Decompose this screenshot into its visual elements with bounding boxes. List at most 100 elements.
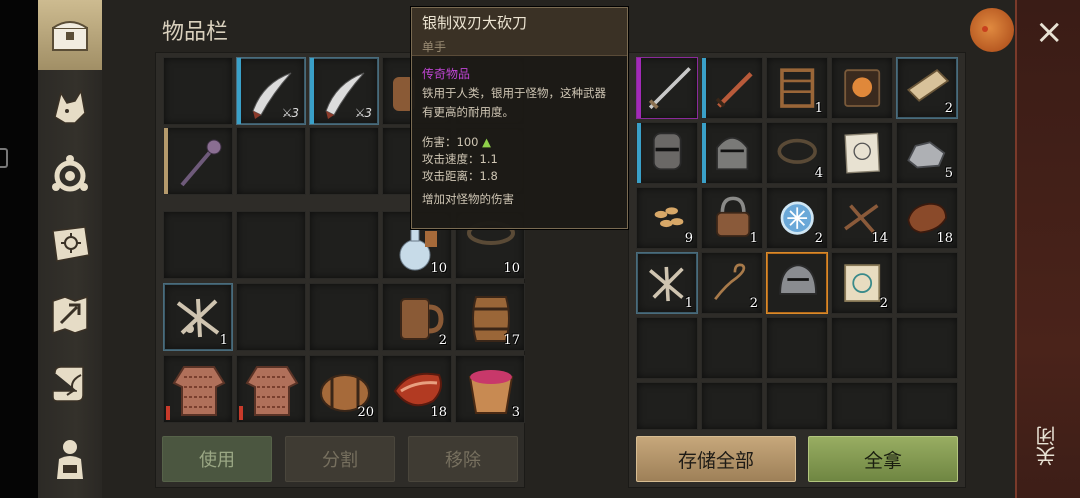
storage-slot[interactable] xyxy=(766,317,828,379)
inventory-slot[interactable]: ⚔3 xyxy=(309,57,379,125)
damage-value: ⚔3 xyxy=(355,106,372,120)
inventory-slot[interactable] xyxy=(163,57,233,125)
storage-slot[interactable] xyxy=(636,122,698,184)
durability-bar xyxy=(239,406,243,420)
inventory-slot[interactable] xyxy=(163,355,233,423)
inventory-slot[interactable] xyxy=(236,127,306,195)
storage-slot[interactable]: 4 xyxy=(766,122,828,184)
knight-helmet-icon xyxy=(716,136,749,171)
tooltip-stat-attack-speed: 攻击速度：1.1 xyxy=(422,152,498,166)
storage-slot[interactable] xyxy=(636,382,698,430)
storage-slot[interactable] xyxy=(636,317,698,379)
inventory-slot[interactable]: 20 xyxy=(309,355,379,423)
store-all-button[interactable]: 存储全部 xyxy=(636,436,796,482)
item-count: 2 xyxy=(814,231,823,246)
storage-slot[interactable]: 2 xyxy=(896,57,958,119)
sidebar-item-map[interactable] xyxy=(38,282,102,346)
item-count: 18 xyxy=(936,231,953,246)
sidebar-item-crafting[interactable] xyxy=(38,142,102,206)
item-count: 4 xyxy=(814,166,823,181)
item-count: 10 xyxy=(503,261,520,276)
chest-icon xyxy=(52,21,88,51)
sidebar-item-companion[interactable] xyxy=(38,74,102,138)
close-label[interactable]: 关闭 xyxy=(1035,426,1063,466)
inventory-slot[interactable]: 17 xyxy=(455,283,525,351)
storage-slot[interactable] xyxy=(831,382,893,430)
storage-slot[interactable]: 1 xyxy=(766,57,828,119)
storage-slot[interactable]: 9 xyxy=(636,187,698,249)
use-button[interactable]: 使用 xyxy=(162,436,272,482)
tooltip-stat-damage: 伤害：100 ▲ xyxy=(422,135,491,149)
map-icon xyxy=(52,295,88,335)
tooltip-rarity: 传奇物品 xyxy=(422,67,471,81)
inventory-slot[interactable] xyxy=(163,127,233,195)
inventory-slot[interactable] xyxy=(236,355,306,423)
storage-slot[interactable] xyxy=(701,317,763,379)
sidebar-item-quests[interactable] xyxy=(38,352,102,416)
inventory-slot[interactable]: ⚔3 xyxy=(236,57,306,125)
item-count: 2 xyxy=(438,333,447,348)
inventory-slot[interactable] xyxy=(309,283,379,351)
inventory-slot[interactable]: 2 xyxy=(382,283,452,351)
inventory-slot[interactable] xyxy=(309,211,379,279)
inventory-slot[interactable] xyxy=(163,211,233,279)
inventory-slot[interactable] xyxy=(236,283,306,351)
tooltip-stat-attack-range: 攻击距离：1.8 xyxy=(422,169,498,183)
storage-slot[interactable] xyxy=(636,57,698,119)
floating-orb-button[interactable] xyxy=(970,8,1014,52)
damage-value: ⚔3 xyxy=(282,106,299,120)
tooltip-bonus: 增加对怪物的伤害 xyxy=(422,192,514,206)
inventory-slot[interactable] xyxy=(309,127,379,195)
storage-slot[interactable] xyxy=(896,252,958,314)
sidebar xyxy=(38,0,102,498)
inventory-slot[interactable]: 18 xyxy=(382,355,452,423)
storage-slot[interactable] xyxy=(766,252,828,314)
wolf-icon xyxy=(54,88,86,124)
item-count: 1 xyxy=(749,231,758,246)
chainmail-icon xyxy=(172,366,226,416)
inventory-slot[interactable] xyxy=(236,211,306,279)
mask-book-icon xyxy=(844,69,881,107)
sidebar-item-journal[interactable] xyxy=(38,212,102,276)
tooltip-hand-type: 单手 xyxy=(422,40,447,54)
storage-slot[interactable] xyxy=(896,317,958,379)
storage-slot[interactable]: 18 xyxy=(896,187,958,249)
storage-slot[interactable]: 2 xyxy=(701,252,763,314)
close-panel[interactable]: × 关闭 xyxy=(1015,0,1080,498)
item-tooltip: 银制双刃大砍刀 单手 传奇物品 铁用于人类，银用于怪物，这种武器有更高的耐用度。… xyxy=(411,7,628,229)
item-count: 1 xyxy=(814,101,823,116)
split-button[interactable]: 分割 xyxy=(285,436,395,482)
storage-slot[interactable] xyxy=(896,382,958,430)
storage-slot[interactable]: 14 xyxy=(831,187,893,249)
storage-slot[interactable] xyxy=(701,122,763,184)
chainmail-icon xyxy=(245,366,299,416)
storage-slot[interactable]: 1 xyxy=(701,187,763,249)
item-count: 1 xyxy=(219,333,228,348)
storage-slot[interactable]: 1 xyxy=(636,252,698,314)
journal-icon xyxy=(52,226,90,262)
item-count: 2 xyxy=(879,296,888,311)
item-count: 20 xyxy=(357,405,374,420)
sidebar-item-inventory[interactable] xyxy=(38,0,102,70)
item-count: 3 xyxy=(511,405,520,420)
storage-slot[interactable]: 5 xyxy=(896,122,958,184)
storage-slot[interactable] xyxy=(766,382,828,430)
inventory-slot[interactable]: 1 xyxy=(163,283,233,351)
close-icon[interactable]: × xyxy=(1035,15,1064,49)
storage-slot[interactable] xyxy=(701,382,763,430)
storage-slot[interactable] xyxy=(831,122,893,184)
storage-slot[interactable] xyxy=(701,57,763,119)
item-count: 18 xyxy=(430,405,447,420)
item-count: 2 xyxy=(749,296,758,311)
inventory-slot[interactable]: 3 xyxy=(455,355,525,423)
storage-slot[interactable]: 2 xyxy=(766,187,828,249)
storage-slot[interactable] xyxy=(831,317,893,379)
storage-slot[interactable]: 2 xyxy=(831,252,893,314)
crafting-icon xyxy=(52,155,88,192)
quest-icon xyxy=(52,366,84,402)
remove-button[interactable]: 移除 xyxy=(408,436,518,482)
take-all-button[interactable]: 全拿 xyxy=(808,436,958,482)
storage-slot[interactable] xyxy=(831,57,893,119)
sidebar-item-character[interactable] xyxy=(38,426,102,490)
stat-up-icon: ▲ xyxy=(482,135,491,149)
